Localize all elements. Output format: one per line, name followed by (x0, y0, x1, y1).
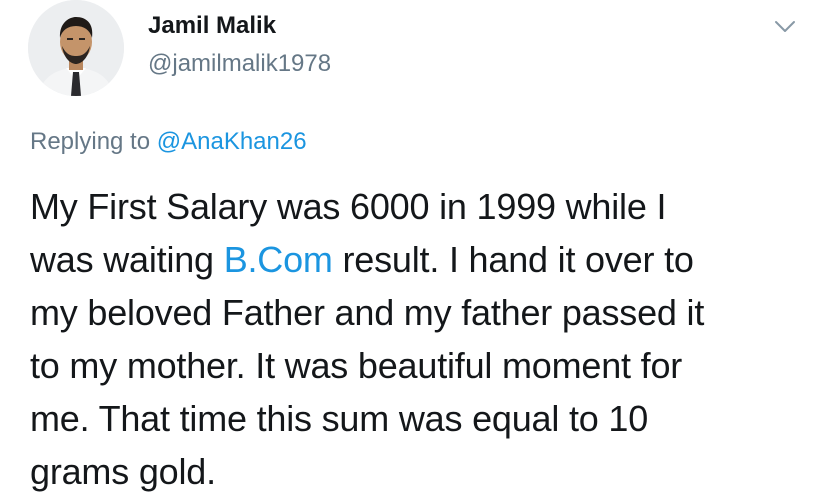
bcom-link[interactable]: B.Com (224, 239, 333, 280)
tweet-text-line: grams gold. (30, 451, 216, 492)
tweet-text-segment: result. I hand it over to (332, 239, 694, 280)
tweet-text: My First Salary was 6000 in 1999 while I… (30, 180, 815, 498)
tweet-text-segment: was waiting (30, 239, 224, 280)
tweet-text-line: My First Salary was 6000 in 1999 while I (30, 186, 667, 227)
tweet-text-line: me. That time this sum was equal to 10 (30, 398, 649, 439)
tweet-text-line: was waiting B.Com result. I hand it over… (30, 233, 815, 286)
tweet-text-line: my beloved Father and my father passed i… (30, 292, 705, 333)
reply-mention-link[interactable]: @AnaKhan26 (157, 128, 307, 155)
avatar-photo (28, 0, 124, 96)
replying-to-label: Replying to (30, 128, 157, 155)
avatar[interactable] (28, 0, 124, 96)
display-name[interactable]: Jamil Malik (148, 12, 276, 40)
replying-to: Replying to @AnaKhan26 (30, 128, 307, 156)
tweet-card: Jamil Malik @jamilmalik1978 Replying to … (0, 0, 817, 503)
chevron-down-icon[interactable] (770, 14, 800, 38)
username-handle[interactable]: @jamilmalik1978 (148, 50, 331, 78)
tweet-text-line: to my mother. It was beautiful moment fo… (30, 345, 683, 386)
